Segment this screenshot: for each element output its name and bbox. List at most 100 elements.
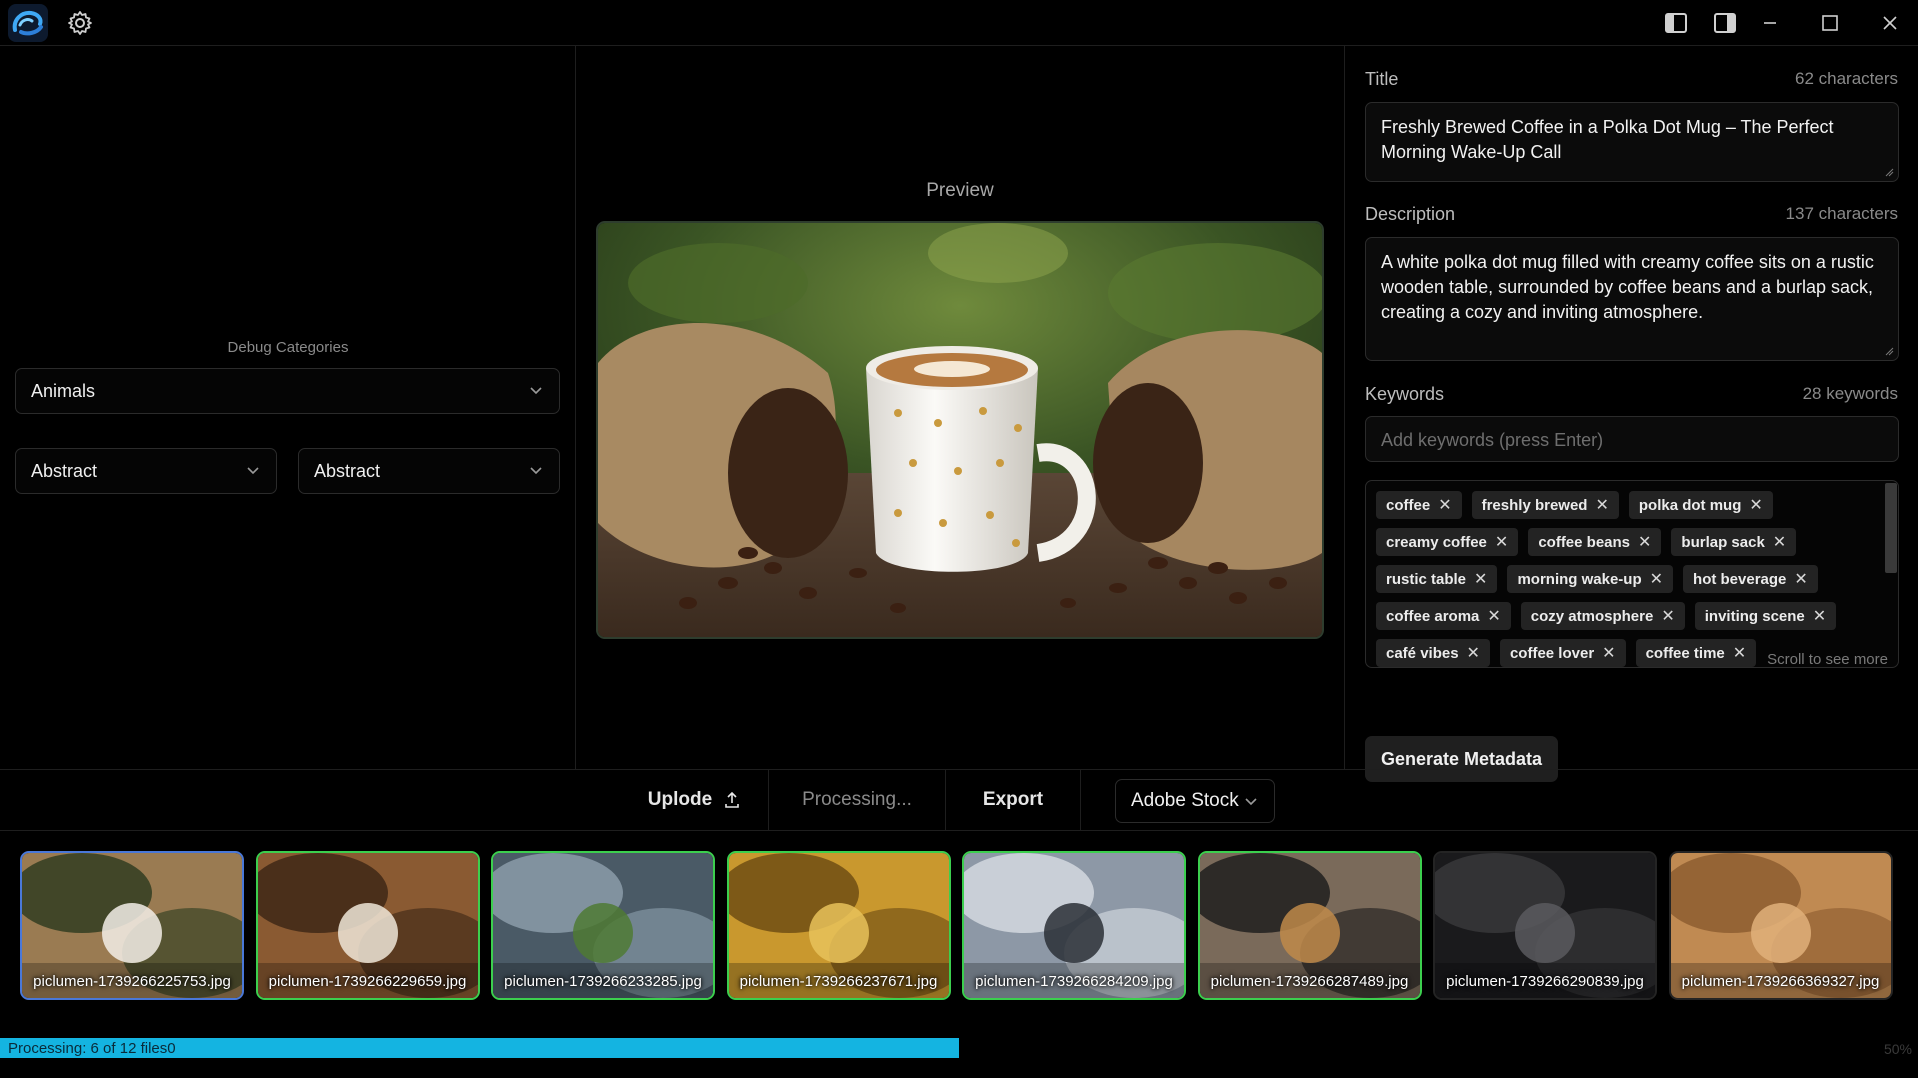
keyword-row: rustic table ✕ morning wake-up ✕ hot beverag… bbox=[1376, 565, 1818, 593]
metadata-panel: Title 62 characters Freshly Brewed Coffe… bbox=[1344, 46, 1918, 782]
keyword-row: café vibes ✕ coffee lover ✕ coffee time ✕ bbox=[1376, 639, 1757, 667]
keyword-chip: burlap sack ✕ bbox=[1671, 528, 1797, 556]
remove-keyword-icon[interactable]: ✕ bbox=[1650, 569, 1663, 589]
keyword-row: creamy coffee ✕ coffee beans ✕ burlap sack ✕ bbox=[1376, 528, 1797, 556]
thumbnail-filename: piclumen-1739266287489.jpg bbox=[1210, 973, 1409, 990]
subcategory-select-1-value: Abstract bbox=[31, 460, 98, 481]
keyword-chip-label: hot beverage bbox=[1693, 570, 1787, 588]
remove-keyword-icon[interactable]: ✕ bbox=[1661, 606, 1674, 626]
remove-keyword-icon[interactable]: ✕ bbox=[1813, 606, 1826, 626]
thumbnail-card[interactable]: piclumen-1739266287489.jpg bbox=[1197, 851, 1422, 1000]
debug-categories-label: Debug Categories bbox=[227, 339, 349, 356]
remove-keyword-icon[interactable]: ✕ bbox=[1773, 532, 1786, 552]
remove-keyword-icon[interactable]: ✕ bbox=[1794, 569, 1807, 589]
keyword-chip-label: café vibes bbox=[1386, 644, 1459, 662]
thumbnail-card[interactable]: piclumen-1739266233285.jpg bbox=[491, 851, 715, 1000]
platform-select[interactable]: Adobe Stock bbox=[1115, 779, 1275, 823]
gear-icon[interactable] bbox=[66, 9, 94, 37]
processing-label: Processing... bbox=[802, 789, 912, 810]
thumbnail-filename: piclumen-1739266233285.jpg bbox=[504, 973, 702, 990]
keyword-scrollbar[interactable] bbox=[1885, 483, 1897, 573]
upload-button-label: Uplode bbox=[647, 789, 713, 810]
layout-left-panel-icon[interactable] bbox=[1660, 8, 1692, 38]
export-button[interactable]: Export bbox=[946, 770, 1080, 830]
thumbnail-card[interactable]: piclumen-1739266369327.jpg bbox=[1668, 851, 1893, 1000]
divider bbox=[1080, 770, 1081, 830]
description-field[interactable]: A white polka dot mug filled with creamy… bbox=[1365, 237, 1899, 361]
keyword-chip-label: rustic table bbox=[1386, 570, 1467, 588]
layout-right-panel-icon[interactable] bbox=[1709, 8, 1741, 38]
description-field-value: A white polka dot mug filled with creamy… bbox=[1381, 252, 1874, 322]
close-icon[interactable] bbox=[1874, 8, 1906, 38]
keyword-chip-label: creamy coffee bbox=[1386, 533, 1487, 551]
keyword-chip-label: burlap sack bbox=[1681, 533, 1765, 551]
keyword-chip: coffee time ✕ bbox=[1635, 639, 1757, 667]
remove-keyword-icon[interactable]: ✕ bbox=[1487, 606, 1500, 626]
keyword-chip: coffee lover ✕ bbox=[1499, 639, 1626, 667]
minimize-icon[interactable] bbox=[1754, 8, 1786, 38]
remove-keyword-icon[interactable]: ✕ bbox=[1467, 643, 1480, 663]
category-select-value: Animals bbox=[31, 380, 96, 401]
keyword-chip: café vibes ✕ bbox=[1376, 639, 1490, 667]
subcategory-select-2-value: Abstract bbox=[314, 460, 381, 481]
keyword-chip-label: inviting scene bbox=[1704, 607, 1805, 625]
keyword-chip: cozy atmosphere ✕ bbox=[1520, 602, 1685, 630]
remove-keyword-icon[interactable]: ✕ bbox=[1733, 643, 1746, 663]
description-label: Description bbox=[1365, 204, 1456, 224]
title-field[interactable]: Freshly Brewed Coffee in a Polka Dot Mug… bbox=[1365, 102, 1899, 182]
keyword-chip: polka dot mug ✕ bbox=[1628, 491, 1773, 519]
category-select[interactable]: Animals bbox=[15, 368, 560, 414]
keyword-chip: creamy coffee ✕ bbox=[1376, 528, 1519, 556]
scroll-hint: Scroll to see more bbox=[1767, 651, 1888, 668]
thumbnail-card[interactable]: piclumen-1739266290839.jpg bbox=[1433, 851, 1657, 1000]
remove-keyword-icon[interactable]: ✕ bbox=[1474, 569, 1487, 589]
progress-text: Processing: 6 of 12 files0 bbox=[8, 1040, 176, 1057]
progress-bar: Processing: 6 of 12 files0 bbox=[0, 1038, 1918, 1058]
thumbnail-filename: piclumen-1739266237671.jpg bbox=[739, 973, 938, 990]
keyword-list[interactable]: coffee ✕ freshly brewed ✕ polka dot mug ✕ crea… bbox=[1365, 480, 1899, 668]
thumbnail-filename: piclumen-1739266290839.jpg bbox=[1446, 973, 1644, 990]
remove-keyword-icon[interactable]: ✕ bbox=[1749, 495, 1762, 515]
title-label: Title bbox=[1365, 69, 1399, 89]
remove-keyword-icon[interactable]: ✕ bbox=[1438, 495, 1451, 515]
export-button-label: Export bbox=[982, 789, 1044, 810]
upload-icon bbox=[725, 791, 739, 808]
keyword-chip-label: coffee time bbox=[1645, 644, 1725, 662]
keyword-input[interactable]: Add keywords (press Enter) bbox=[1365, 416, 1899, 462]
processing-button[interactable]: Processing... bbox=[769, 770, 945, 830]
thumbnail-card[interactable]: piclumen-1739266225753.jpg bbox=[20, 851, 244, 1000]
thumbnail-card[interactable]: piclumen-1739266237671.jpg bbox=[726, 851, 951, 1000]
remove-keyword-icon[interactable]: ✕ bbox=[1638, 532, 1651, 552]
thumbnail-card[interactable]: piclumen-1739266229659.jpg bbox=[255, 851, 480, 1000]
title-bar bbox=[0, 0, 1918, 46]
title-char-count: 62 characters bbox=[1795, 69, 1898, 88]
resize-grip-icon[interactable] bbox=[1885, 347, 1894, 356]
keyword-chip: coffee beans ✕ bbox=[1528, 528, 1662, 556]
remove-keyword-icon[interactable]: ✕ bbox=[1495, 532, 1508, 552]
remove-keyword-icon[interactable]: ✕ bbox=[1595, 495, 1608, 515]
upload-button[interactable]: Uplode bbox=[620, 770, 768, 830]
subcategory-select-2[interactable]: Abstract bbox=[298, 448, 560, 494]
keyword-chip: freshly brewed ✕ bbox=[1471, 491, 1619, 519]
preview-label: Preview bbox=[926, 180, 994, 201]
chevron-down-icon bbox=[247, 467, 259, 475]
keyword-chip: inviting scene ✕ bbox=[1694, 602, 1837, 630]
remove-keyword-icon[interactable]: ✕ bbox=[1602, 643, 1615, 663]
resize-grip-icon[interactable] bbox=[1885, 168, 1894, 177]
maximize-icon[interactable] bbox=[1814, 8, 1846, 38]
app-logo-icon bbox=[8, 4, 48, 42]
thumbnail-filename: piclumen-1739266229659.jpg bbox=[268, 973, 467, 990]
preview-image bbox=[596, 221, 1324, 639]
keyword-chip-label: coffee lover bbox=[1509, 644, 1595, 662]
thumbnail-card[interactable]: piclumen-1739266284209.jpg bbox=[962, 851, 1186, 1000]
keyword-chip-label: cozy atmosphere bbox=[1530, 607, 1654, 625]
title-field-value: Freshly Brewed Coffee in a Polka Dot Mug… bbox=[1381, 117, 1834, 162]
subcategory-select-1[interactable]: Abstract bbox=[15, 448, 277, 494]
chevron-down-icon bbox=[530, 467, 542, 475]
thumbnail-filename: piclumen-1739266225753.jpg bbox=[33, 973, 231, 990]
keyword-row: coffee aroma ✕ cozy atmosphere ✕ inviting sc… bbox=[1376, 602, 1837, 630]
platform-select-value: Adobe Stock bbox=[1131, 790, 1239, 811]
keyword-chip: coffee ✕ bbox=[1376, 491, 1462, 519]
chevron-down-icon bbox=[1245, 798, 1257, 806]
keyword-chip: hot beverage ✕ bbox=[1683, 565, 1818, 593]
